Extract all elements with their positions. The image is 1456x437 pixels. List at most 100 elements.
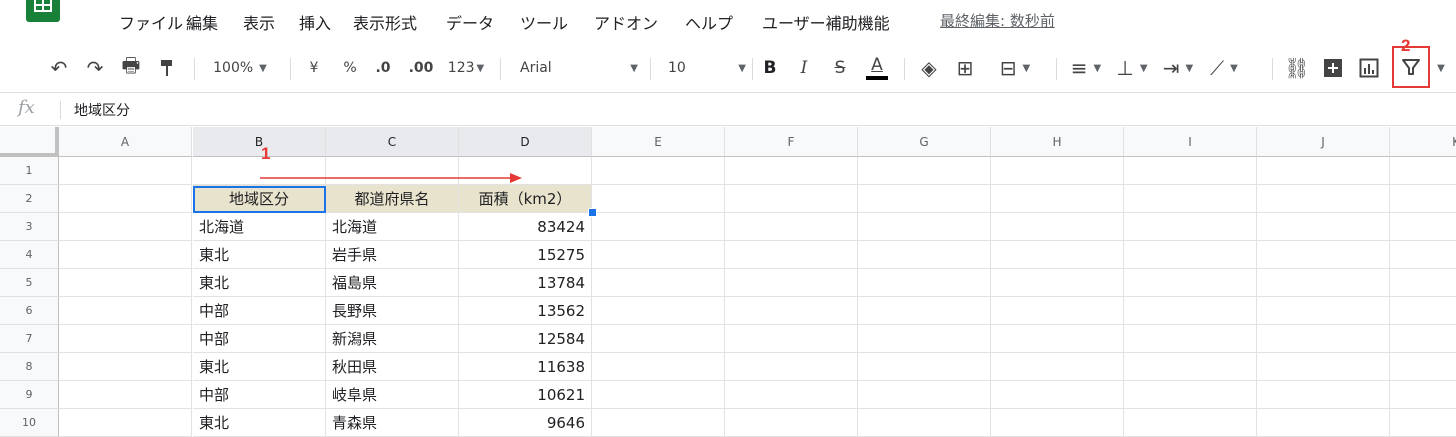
area-cell[interactable]: 13784 (459, 269, 592, 297)
region-cell[interactable]: 東北 (193, 241, 326, 269)
percent-button[interactable]: % (336, 44, 364, 92)
cell-g4[interactable] (858, 241, 991, 269)
region-cell[interactable]: 東北 (193, 409, 326, 437)
cell-e1[interactable] (592, 157, 725, 185)
column-header-h[interactable]: H (991, 127, 1124, 157)
redo-button[interactable]: ↷ (80, 44, 110, 92)
merge-cells-button[interactable]: ⊟ ▼ (990, 44, 1040, 92)
row-header-9[interactable]: 9 (0, 381, 59, 409)
cell-g2[interactable] (858, 185, 991, 213)
cell-h10[interactable] (991, 409, 1124, 437)
area-cell[interactable]: 12584 (459, 325, 592, 353)
column-header-e[interactable]: E (592, 127, 725, 157)
cell-k1[interactable] (1390, 157, 1456, 185)
cell-k6[interactable] (1390, 297, 1456, 325)
cell-g8[interactable] (858, 353, 991, 381)
cell-f10[interactable] (725, 409, 858, 437)
cell-f8[interactable] (725, 353, 858, 381)
prefecture-cell[interactable]: 長野県 (326, 297, 459, 325)
cell-i9[interactable] (1124, 381, 1257, 409)
menu-edit[interactable]: 編集 (186, 10, 218, 34)
region-cell[interactable]: 中部 (193, 325, 326, 353)
cell-a6[interactable] (59, 297, 192, 325)
borders-button[interactable]: ⊞ (950, 44, 980, 92)
cell-h5[interactable] (991, 269, 1124, 297)
cell-f9[interactable] (725, 381, 858, 409)
cell-e3[interactable] (592, 213, 725, 241)
area-cell[interactable]: 9646 (459, 409, 592, 437)
more-options-button[interactable]: ▼ (1432, 44, 1450, 92)
cell-g3[interactable] (858, 213, 991, 241)
cell-h7[interactable] (991, 325, 1124, 353)
strikethrough-button[interactable]: S (826, 44, 854, 92)
row-header-6[interactable]: 6 (0, 297, 59, 325)
prefecture-cell[interactable]: 北海道 (326, 213, 459, 241)
cell-e10[interactable] (592, 409, 725, 437)
column-header-f[interactable]: F (725, 127, 858, 157)
cell-h1[interactable] (991, 157, 1124, 185)
column-header-a[interactable]: A (59, 127, 192, 157)
cell-a10[interactable] (59, 409, 192, 437)
region-cell[interactable]: 中部 (193, 381, 326, 409)
text-rotate-button[interactable]: ⟋ ▼ (1202, 44, 1246, 92)
horizontal-align-button[interactable]: ≡ ▼ (1064, 44, 1108, 92)
cell-h3[interactable] (991, 213, 1124, 241)
row-header-5[interactable]: 5 (0, 269, 59, 297)
cell-i1[interactable] (1124, 157, 1257, 185)
more-formats-button[interactable]: 123 ▼ (444, 44, 488, 92)
cell-g7[interactable] (858, 325, 991, 353)
zoom-select[interactable]: 100% ▼ (205, 44, 275, 92)
column-header-i[interactable]: I (1124, 127, 1257, 157)
cell-e7[interactable] (592, 325, 725, 353)
cell-e8[interactable] (592, 353, 725, 381)
cell-k9[interactable] (1390, 381, 1456, 409)
prefecture-cell[interactable]: 福島県 (326, 269, 459, 297)
cell-i2[interactable] (1124, 185, 1257, 213)
cell-a1[interactable] (59, 157, 192, 185)
column-header-k[interactable]: K (1390, 127, 1456, 157)
menu-insert[interactable]: 挿入 (299, 10, 331, 34)
row-header-1[interactable]: 1 (0, 157, 59, 185)
prefecture-cell[interactable]: 岐阜県 (326, 381, 459, 409)
insert-link-button[interactable]: ⛓ (1282, 44, 1312, 92)
row-header-3[interactable]: 3 (0, 213, 59, 241)
row-header-2[interactable]: 2 (0, 185, 59, 213)
cell-i6[interactable] (1124, 297, 1257, 325)
cell-g6[interactable] (858, 297, 991, 325)
paint-format-button[interactable] (152, 44, 182, 92)
prefecture-cell[interactable]: 青森県 (326, 409, 459, 437)
cell-i7[interactable] (1124, 325, 1257, 353)
cell-e4[interactable] (592, 241, 725, 269)
text-color-button[interactable]: A (862, 44, 892, 92)
cell-e6[interactable] (592, 297, 725, 325)
cell-j5[interactable] (1257, 269, 1390, 297)
cell-e5[interactable] (592, 269, 725, 297)
insert-chart-button[interactable] (1354, 44, 1384, 92)
menu-view[interactable]: 表示 (243, 10, 275, 34)
cell-a2[interactable] (59, 185, 192, 213)
menu-accessibility[interactable]: ユーザー補助機能 (762, 10, 890, 34)
cell-k8[interactable] (1390, 353, 1456, 381)
formula-input[interactable]: 地域区分 (74, 100, 130, 120)
create-filter-button[interactable] (1392, 46, 1430, 88)
area-cell[interactable]: 83424 (459, 213, 592, 241)
cell-k3[interactable] (1390, 213, 1456, 241)
cell-f3[interactable] (725, 213, 858, 241)
cell-j9[interactable] (1257, 381, 1390, 409)
cell-k5[interactable] (1390, 269, 1456, 297)
prefecture-cell[interactable]: 新潟県 (326, 325, 459, 353)
cell-j3[interactable] (1257, 213, 1390, 241)
cell-j4[interactable] (1257, 241, 1390, 269)
prefecture-cell[interactable]: 岩手県 (326, 241, 459, 269)
print-button[interactable]: 🖶 (116, 44, 146, 92)
cell-e9[interactable] (592, 381, 725, 409)
cell-g5[interactable] (858, 269, 991, 297)
cell-h9[interactable] (991, 381, 1124, 409)
cell-f7[interactable] (725, 325, 858, 353)
font-family-select[interactable]: Arial ▼ (512, 44, 638, 92)
cell-a8[interactable] (59, 353, 192, 381)
column-header-g[interactable]: G (858, 127, 991, 157)
cell-g10[interactable] (858, 409, 991, 437)
cell-f6[interactable] (725, 297, 858, 325)
increase-decimal-button[interactable]: .00 (404, 44, 438, 92)
